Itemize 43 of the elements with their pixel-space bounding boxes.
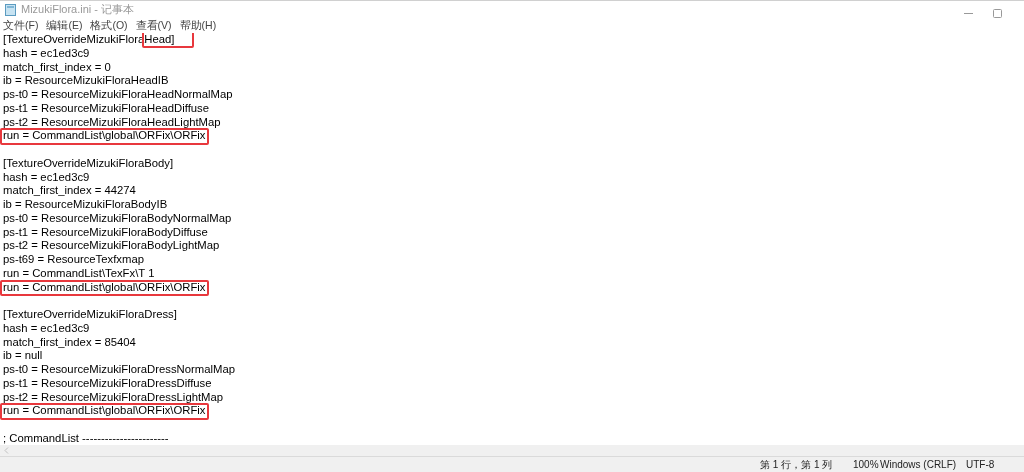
status-text: 第 1 行，第 1 列 [760,458,834,472]
code-text: ps-t1 = ResourceMizukiFloraBodyDiffuse [3,225,208,240]
code-text: ps-t0 = ResourceMizukiFloraBodyNormalMap [3,211,232,226]
code-text: ps-t2 = ResourceMizukiFloraBodyLightMap [3,239,220,253]
code-text: match_first_index = 85404 [3,335,136,350]
code-text: [TextureOverrideMizukiFlora [3,33,145,47]
menu-item[interactable]: 格式(O) [90,17,128,34]
code-text: ib = ResourceMizukiFloraHeadIB [3,74,169,88]
code-text: match_first_index = 44274 [3,184,136,198]
status-text: 100% [853,458,880,472]
scroll-left-icon[interactable] [4,447,9,454]
code-text: [TextureOverrideMizukiFloraDress] [3,308,177,322]
code-text: run = CommandList\global\ORFix\ORFix [3,280,206,295]
status-text: Windows (CRLF) [880,458,958,472]
menu-item[interactable]: 帮助(H) [179,17,217,34]
code-text: [TextureOverrideMizukiFloraBody] [3,156,174,171]
code-text: ; CommandList ----------------------- [3,431,169,445]
horizontal-scrollbar[interactable] [0,445,1024,456]
window-title: MizukiFlora.ini - 记事本 [21,2,135,18]
code-text: ps-t0 = ResourceMizukiFloraHeadNormalMap [3,88,233,102]
menu-item[interactable]: 文件(F) [3,17,39,34]
code-text: run = CommandList\global\ORFix\ORFix [3,404,206,418]
status-text: UTF-8 [966,458,995,472]
code-text: hash = ec1ed3c9 [3,321,90,336]
maximize-icon[interactable] [993,9,1002,18]
code-text: match_first_index = 0 [3,60,111,75]
code-text: ib = ResourceMizukiFloraBodyIB [3,198,168,212]
code-text: Head] [144,33,175,47]
menu-item[interactable]: 查看(V) [135,17,172,34]
code-text: ps-t2 = ResourceMizukiFloraDressLightMap [3,390,224,405]
minimize-icon[interactable] [964,13,973,14]
code-text: hash = ec1ed3c9 [3,170,90,185]
code-text: ps-t0 = ResourceMizukiFloraDressNormalMap [3,363,235,377]
notepad-icon [5,3,16,16]
code-text: ps-t69 = ResourceTexfxmap [3,253,144,267]
menu-item[interactable]: 编辑(E) [46,17,83,34]
code-text: run = CommandList\TexFx\T 1 [3,266,155,281]
code-text: ib = null [3,349,43,363]
code-text: ps-t1 = ResourceMizukiFloraDressDiffuse [3,376,212,391]
code-text: run = CommandList\global\ORFix\ORFix [3,129,206,143]
code-text: ps-t2 = ResourceMizukiFloraHeadLightMap [3,115,221,130]
code-text: ps-t1 = ResourceMizukiFloraHeadDiffuse [3,101,210,116]
code-text: hash = ec1ed3c9 [3,46,90,61]
